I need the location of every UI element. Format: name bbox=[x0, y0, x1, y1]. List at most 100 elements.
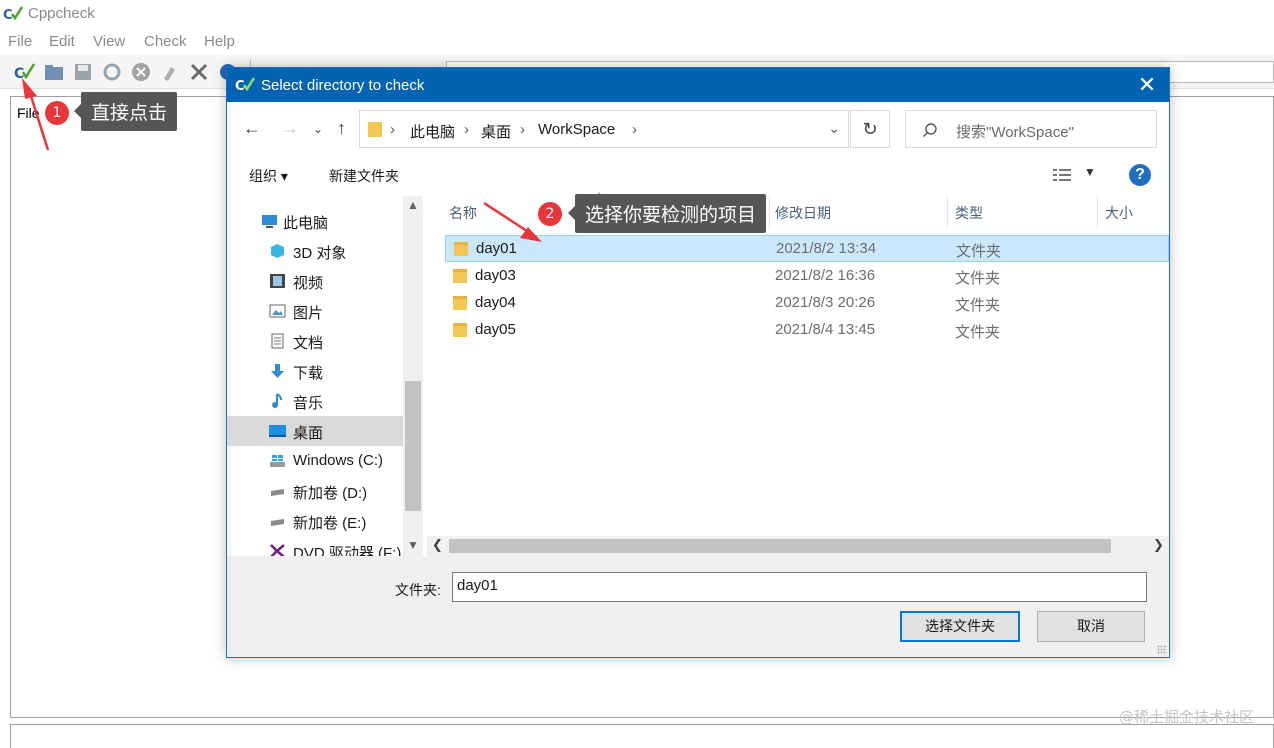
up-arrow-icon[interactable]: ↑ bbox=[337, 118, 346, 139]
settings-tools-icon[interactable] bbox=[188, 61, 210, 83]
folder-icon bbox=[454, 242, 468, 256]
column-header-type[interactable]: 类型 bbox=[955, 203, 983, 223]
check-directory-icon[interactable]: C bbox=[14, 61, 36, 83]
help-icon[interactable]: ? bbox=[1129, 164, 1151, 186]
navigation-tree: 此电脑 3D 对象 视频 图片 文档 下载 音乐 桌面 Windows (C:)… bbox=[227, 196, 423, 556]
file-date: 2021/8/3 20:26 bbox=[775, 294, 876, 311]
menu-check[interactable]: Check bbox=[144, 33, 187, 50]
file-row[interactable]: day01 2021/8/2 13:34 文件夹 bbox=[445, 235, 1169, 262]
scroll-right-icon[interactable]: ❯ bbox=[1153, 537, 1164, 553]
tree-item-drive-e[interactable]: 新加卷 (E:) bbox=[227, 506, 403, 536]
folder-field[interactable]: day01 bbox=[452, 572, 1147, 602]
results-column-label: File bbox=[17, 105, 40, 121]
3d-objects-icon bbox=[271, 244, 284, 258]
tree-item-dvd-f[interactable]: DVD 驱动器 (F:) bbox=[227, 536, 403, 556]
breadcrumb-workspace[interactable]: WorkSpace bbox=[538, 121, 615, 138]
dialog-title: Select directory to check bbox=[261, 77, 425, 94]
tree-item-label: Windows (C:) bbox=[293, 452, 384, 469]
file-list-horizontal-scrollbar[interactable]: ❮ ❯ bbox=[427, 536, 1169, 556]
scroll-left-icon[interactable]: ❮ bbox=[432, 537, 443, 553]
download-icon bbox=[271, 364, 284, 378]
tree-item-music[interactable]: 音乐 bbox=[227, 386, 403, 416]
organize-button[interactable]: 组织 ▾ bbox=[249, 166, 288, 186]
menu-file[interactable]: File bbox=[8, 33, 32, 50]
folder-icon bbox=[368, 122, 382, 137]
menu-help[interactable]: Help bbox=[204, 33, 235, 50]
clear-icon[interactable] bbox=[159, 61, 181, 83]
column-header-date[interactable]: 修改日期 bbox=[775, 203, 831, 223]
tree-item-documents[interactable]: 文档 bbox=[227, 326, 403, 356]
tree-item-label: 文档 bbox=[293, 335, 324, 352]
file-type: 文件夹 bbox=[956, 243, 1002, 260]
dialog-close-button[interactable]: ✕ bbox=[1125, 68, 1169, 102]
scroll-down-icon[interactable]: ▼ bbox=[403, 538, 423, 552]
refresh-button[interactable]: ↻ bbox=[850, 110, 890, 148]
file-row[interactable]: day03 2021/8/2 16:36 文件夹 bbox=[445, 263, 1169, 290]
breadcrumb-separator-icon[interactable]: › bbox=[464, 121, 469, 138]
address-bar[interactable]: › 此电脑 › 桌面 › WorkSpace › ⌄ bbox=[359, 110, 849, 148]
forward-arrow-icon[interactable]: → bbox=[281, 118, 299, 139]
file-name: day03 bbox=[475, 267, 516, 284]
scroll-up-icon[interactable]: ▲ bbox=[403, 198, 423, 212]
select-folder-button[interactable]: 选择文件夹 bbox=[900, 611, 1020, 642]
horizontal-scrollbar-thumb[interactable] bbox=[449, 539, 1111, 553]
menu-edit[interactable]: Edit bbox=[49, 33, 75, 50]
search-icon bbox=[923, 123, 937, 137]
desktop-icon bbox=[269, 425, 286, 437]
tree-item-videos[interactable]: 视频 bbox=[227, 266, 403, 296]
resize-grip-icon[interactable] bbox=[1157, 645, 1167, 655]
tree-item-label: 新加卷 (D:) bbox=[293, 485, 368, 502]
save-icon[interactable] bbox=[72, 61, 94, 83]
svg-text:C: C bbox=[3, 8, 13, 23]
file-date: 2021/8/2 16:36 bbox=[775, 267, 876, 284]
open-folder-icon[interactable] bbox=[43, 61, 65, 83]
windows-drive-icon bbox=[270, 455, 285, 467]
tree-item-label: 音乐 bbox=[293, 395, 324, 412]
video-icon bbox=[270, 274, 285, 288]
back-arrow-icon[interactable]: ← bbox=[243, 118, 261, 139]
tree-item-label: 此电脑 bbox=[283, 215, 329, 232]
stop-icon[interactable] bbox=[130, 61, 152, 83]
tree-item-downloads[interactable]: 下载 bbox=[227, 356, 403, 386]
tree-item-pictures[interactable]: 图片 bbox=[227, 296, 403, 326]
search-input[interactable]: 搜索"WorkSpace" bbox=[905, 110, 1157, 148]
folder-icon bbox=[453, 323, 467, 337]
tree-scrollbar-thumb[interactable] bbox=[405, 381, 421, 511]
refresh-icon: ↻ bbox=[862, 119, 878, 139]
recent-locations-chevron-icon[interactable]: ⌄ bbox=[313, 122, 323, 136]
breadcrumb-desktop[interactable]: 桌面 bbox=[481, 121, 511, 142]
cancel-button[interactable]: 取消 bbox=[1037, 611, 1145, 642]
tree-item-drive-d[interactable]: 新加卷 (D:) bbox=[227, 476, 403, 506]
file-date: 2021/8/4 13:45 bbox=[775, 321, 876, 338]
breadcrumb-separator-icon[interactable]: › bbox=[632, 121, 637, 138]
breadcrumb-separator-icon[interactable]: › bbox=[390, 121, 395, 138]
reload-icon[interactable] bbox=[101, 61, 123, 83]
folder-icon bbox=[453, 269, 467, 283]
file-name: day05 bbox=[475, 321, 516, 338]
file-row[interactable]: day05 2021/8/4 13:45 文件夹 bbox=[445, 317, 1169, 344]
pictures-icon bbox=[269, 304, 286, 318]
view-dropdown-icon[interactable]: ▼ bbox=[1084, 165, 1096, 179]
new-folder-button[interactable]: 新建文件夹 bbox=[329, 166, 399, 186]
file-list: ^ 名称 修改日期 类型 大小 day01 2021/8/2 13:34 文件夹… bbox=[441, 192, 1169, 556]
file-row[interactable]: day04 2021/8/3 20:26 文件夹 bbox=[445, 290, 1169, 317]
column-header-size[interactable]: 大小 bbox=[1105, 203, 1133, 223]
breadcrumb-this-pc[interactable]: 此电脑 bbox=[410, 121, 455, 142]
view-options-icon[interactable] bbox=[1053, 168, 1071, 182]
tree-item-this-pc[interactable]: 此电脑 bbox=[227, 206, 403, 236]
column-divider[interactable] bbox=[1097, 196, 1098, 228]
dialog-footer: 文件夹: day01 选择文件夹 取消 bbox=[227, 556, 1169, 657]
column-divider[interactable] bbox=[769, 196, 770, 228]
tree-item-drive-c[interactable]: Windows (C:) bbox=[227, 446, 403, 476]
select-directory-dialog: C Select directory to check ✕ ← → ⌄ ↑ › … bbox=[226, 67, 1170, 658]
breadcrumb-separator-icon[interactable]: › bbox=[520, 121, 525, 138]
address-dropdown-chevron-icon[interactable]: ⌄ bbox=[828, 120, 840, 137]
drive-icon bbox=[271, 489, 284, 496]
menu-view[interactable]: View bbox=[93, 33, 125, 50]
column-divider[interactable] bbox=[947, 196, 948, 228]
tree-scrollbar[interactable]: ▲ ▼ bbox=[403, 196, 423, 556]
column-header-name[interactable]: 名称 bbox=[449, 203, 477, 223]
svg-text:C: C bbox=[14, 66, 24, 82]
tree-item-3d-objects[interactable]: 3D 对象 bbox=[227, 236, 403, 266]
tree-item-desktop[interactable]: 桌面 bbox=[227, 416, 403, 446]
